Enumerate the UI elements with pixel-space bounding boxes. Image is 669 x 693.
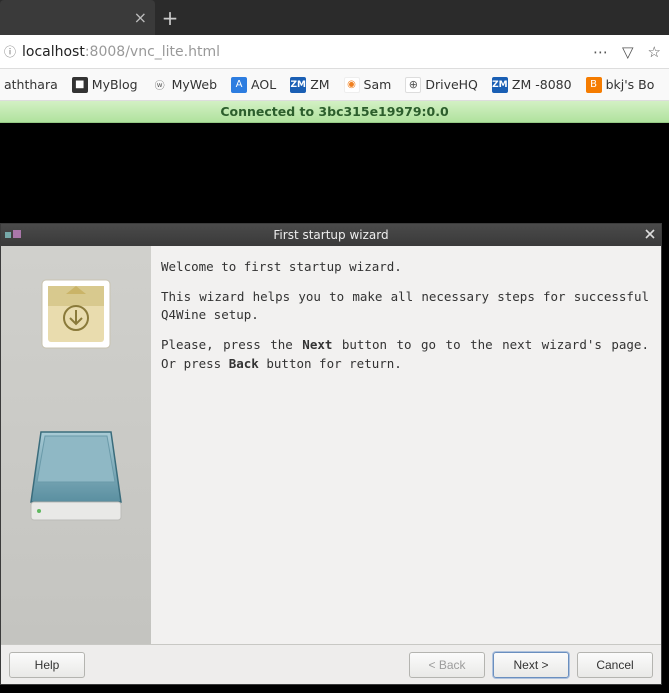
bookmark-label: AOL xyxy=(251,77,276,92)
url-input[interactable]: localhost:8008/vnc_lite.html xyxy=(18,44,593,60)
bookmark-label: Sam xyxy=(364,77,392,92)
bookmark-label: bkj's Bo xyxy=(606,77,655,92)
bookmark-aol[interactable]: A AOL xyxy=(231,77,276,93)
help-button[interactable]: Help xyxy=(9,652,85,678)
bookmark-paththara[interactable]: aththara xyxy=(4,77,58,92)
bookmark-label: DriveHQ xyxy=(425,77,478,92)
wizard-footer: Help < Back Next > Cancel xyxy=(1,644,661,684)
url-rest: :8008/vnc_lite.html xyxy=(85,44,220,60)
wizard-window: First startup wizard xyxy=(0,223,662,685)
wizard-title: First startup wizard xyxy=(273,228,388,242)
vnc-status-banner: Connected to 3bc315e19979:0.0 xyxy=(0,101,669,123)
back-button: < Back xyxy=(409,652,485,678)
zm-icon: ZM xyxy=(290,77,306,93)
bookmark-label: ZM -8080 xyxy=(512,77,572,92)
aol-icon: A xyxy=(231,77,247,93)
vnc-status-text: Connected to 3bc315e19979:0.0 xyxy=(220,104,448,119)
url-bar: ⓘ localhost:8008/vnc_lite.html ⋯ ▽ ☆ xyxy=(0,35,669,69)
cancel-button[interactable]: Cancel xyxy=(577,652,653,678)
bookmark-sam[interactable]: ◉ Sam xyxy=(344,77,392,93)
new-tab-button[interactable]: + xyxy=(155,0,185,35)
sam-icon: ◉ xyxy=(344,77,360,93)
shield-icon: ⓘ xyxy=(2,43,18,60)
close-icon[interactable] xyxy=(645,228,655,242)
browser-tab[interactable]: × xyxy=(0,0,155,35)
next-button[interactable]: Next > xyxy=(493,652,569,678)
bookmark-label: MyWeb xyxy=(172,77,217,92)
blogger-icon: B xyxy=(586,77,602,93)
pocket-icon[interactable]: ▽ xyxy=(622,43,634,61)
url-host: localhost xyxy=(22,44,85,60)
vnc-canvas[interactable]: First startup wizard xyxy=(0,123,669,693)
wizard-titlebar[interactable]: First startup wizard xyxy=(1,224,661,246)
bookmark-zm[interactable]: ZM ZM xyxy=(290,77,329,93)
window-menu-icon[interactable] xyxy=(5,230,23,240)
bookmark-myblog[interactable]: ■ MyBlog xyxy=(72,77,138,93)
web-icon: ⓦ xyxy=(152,77,168,93)
close-icon[interactable]: × xyxy=(134,8,147,27)
bookmark-label: ZM xyxy=(310,77,329,92)
blog-icon: ■ xyxy=(72,77,88,93)
wizard-p1: Welcome to first startup wizard. xyxy=(161,258,649,276)
bookmark-label: aththara xyxy=(4,77,58,92)
bookmark-myweb[interactable]: ⓦ MyWeb xyxy=(152,77,217,93)
disk-icon xyxy=(21,412,131,532)
bookmark-drivehq[interactable]: ⊕ DriveHQ xyxy=(405,77,478,93)
wizard-content: Welcome to first startup wizard. This wi… xyxy=(151,246,661,644)
globe-icon: ⊕ xyxy=(405,77,421,93)
bookmark-bkjs[interactable]: B bkj's Bo xyxy=(586,77,655,93)
zm-icon: ZM xyxy=(492,77,508,93)
wizard-p2: This wizard helps you to make all necess… xyxy=(161,288,649,324)
browser-tab-strip: × + xyxy=(0,0,669,35)
wizard-sidebar xyxy=(1,246,151,644)
bookmarks-bar: aththara ■ MyBlog ⓦ MyWeb A AOL ZM ZM ◉ … xyxy=(0,69,669,101)
wizard-p3: Please, press the Next button to go to t… xyxy=(161,336,649,372)
bookmark-zm-8080[interactable]: ZM ZM -8080 xyxy=(492,77,572,93)
package-icon xyxy=(38,276,114,352)
star-icon[interactable]: ☆ xyxy=(648,43,661,61)
bookmark-label: MyBlog xyxy=(92,77,138,92)
more-icon[interactable]: ⋯ xyxy=(593,43,608,61)
